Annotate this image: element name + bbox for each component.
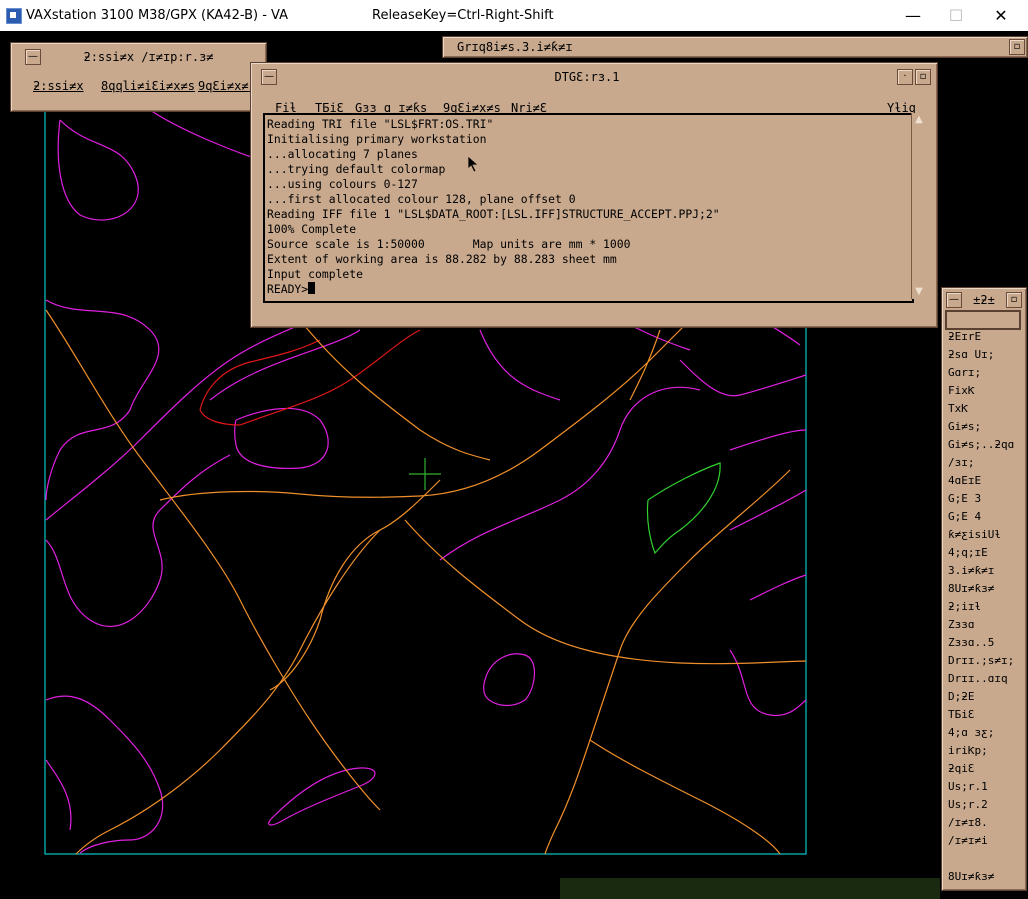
command-item[interactable]: /ɜɪ; <box>944 454 1022 472</box>
command-item[interactable]: Zɜɜɑ..5 <box>944 634 1022 652</box>
command-item[interactable]: ƻsɑ Uɪ; <box>944 346 1022 364</box>
console-scrollbar[interactable]: ▲ ▼ <box>911 113 926 299</box>
command-item[interactable]: 3.i≠ƙ≠ɪ <box>944 562 1022 580</box>
command-item[interactable]: D;ƻE <box>944 688 1022 706</box>
command-item[interactable]: G;E 4 <box>944 508 1022 526</box>
command-item[interactable]: Drɪɪ..ɑɪq <box>944 670 1022 688</box>
command-item[interactable]: Zɜɜɑ <box>944 616 1022 634</box>
command-item[interactable]: TƂiƐ <box>944 706 1022 724</box>
minimize-button[interactable]: — <box>898 4 928 28</box>
console-line: Reading TRI file "LSL$FRT:OS.TRI" <box>267 117 494 131</box>
back-window-menu-button[interactable]: ▫ <box>1009 39 1025 55</box>
command-item[interactable]: ƻ;iɪƚ <box>944 598 1022 616</box>
main-window-menu-button[interactable]: — <box>261 69 277 85</box>
right-panel-expand-button[interactable]: ▫ <box>1006 292 1022 308</box>
maximize-button[interactable]: ☐ <box>941 4 971 28</box>
main-window-maximize-button[interactable]: ▫ <box>915 69 931 85</box>
back-window[interactable]: Grɪq8i≠s.3.i≠ƙ≠ɪ ▫ <box>442 36 1028 58</box>
console-line: Reading IFF file 1 "LSL$DATA_ROOT:[LSL.I… <box>267 207 720 221</box>
command-item[interactable]: /ɪ≠ɪ≠i <box>944 832 1022 850</box>
console-output[interactable]: Reading TRI file "LSL$FRT:OS.TRI" Initia… <box>263 113 914 303</box>
main-window-title: DTGƐ:rɜ.1 <box>281 68 893 86</box>
left-window-title: ƻ:ssi≠x /ɪ≠ɪp:r.ɜ≠ <box>51 48 246 66</box>
main-window-minimize-button[interactable]: · <box>897 69 913 85</box>
command-item[interactable]: Drɪɪ.;s≠ɪ; <box>944 652 1022 670</box>
close-button[interactable]: ✕ <box>986 4 1016 28</box>
left-menu-item-2[interactable]: 8qqli≠iƐi≠x≠s <box>101 79 195 93</box>
right-panel-footer[interactable]: 8Uɪ≠ƙɜ≠ <box>948 870 994 883</box>
console-line: Input complete <box>267 267 364 281</box>
console-line: Source scale is 1:50000 Map units are mm… <box>267 237 631 251</box>
console-prompt: READY> <box>267 282 309 296</box>
console-line: ...first allocated colour 128, plane off… <box>267 192 576 206</box>
console-line: 100% Complete <box>267 222 357 236</box>
right-panel[interactable]: — ±ƻ± ▫ ƻEɪrE ƻsɑ Uɪ; Gɑrɪ; FixƘ TxƘ Gi≠s; Gi≠… <box>941 287 1027 891</box>
host-window-title: VAXstation 3100 M38/GPX (KA42-B) - VA <box>26 8 288 23</box>
command-item[interactable]: ƻEɪrE <box>944 328 1022 346</box>
left-window[interactable]: — ƻ:ssi≠x /ɪ≠ɪp:r.ɜ≠ ƻ:ssi≠x 8qqli≠iƐi≠x… <box>10 42 267 112</box>
right-panel-title: ±ƻ± <box>964 291 1004 309</box>
text-cursor <box>308 282 316 294</box>
command-item[interactable]: 4ɑEɪE <box>944 472 1022 490</box>
host-title-bar[interactable]: VAXstation 3100 M38/GPX (KA42-B) - VA Re… <box>0 0 1028 32</box>
right-panel-input[interactable] <box>945 310 1021 330</box>
scroll-up-arrow-icon[interactable]: ▲ <box>913 113 925 127</box>
console-line: ...using colours 0-127 <box>267 177 418 191</box>
left-menu-item-3[interactable]: 9qƐi≠x≠s <box>198 79 256 93</box>
back-window-title: Grɪq8i≠s.3.i≠ƙ≠ɪ <box>457 38 1011 56</box>
console-line: ...trying default colormap <box>267 162 446 176</box>
command-item[interactable]: Us;r.2 <box>944 796 1022 814</box>
command-item[interactable]: FixƘ <box>944 382 1022 400</box>
left-menu-item-1[interactable]: ƻ:ssi≠x <box>33 79 84 93</box>
left-window-menu-button[interactable]: — <box>25 49 41 65</box>
command-item[interactable]: 8Uɪ≠ƙɜ≠ <box>944 580 1022 598</box>
console-line: Extent of working area is 88.282 by 88.2… <box>267 252 617 266</box>
console-line: Initialising primary workstation <box>267 132 487 146</box>
command-item[interactable]: /ɪ≠ɪ8. <box>944 814 1022 832</box>
left-window-menubar: ƻ:ssi≠x 8qqli≠iƐi≠x≠s 9qƐi≠x≠s <box>33 79 263 97</box>
command-item[interactable]: 4;q;ɪE <box>944 544 1022 562</box>
command-item[interactable]: G;E 3 <box>944 490 1022 508</box>
mouse-pointer-icon <box>467 155 480 173</box>
scroll-down-arrow-icon[interactable]: ▼ <box>913 285 925 299</box>
command-item[interactable]: TxƘ <box>944 400 1022 418</box>
release-key-hint: ReleaseKey=Ctrl-Right-Shift <box>372 8 554 23</box>
command-list: ƻEɪrE ƻsɑ Uɪ; Gɑrɪ; FixƘ TxƘ Gi≠s; Gi≠s;..ƻqɑ /… <box>944 328 1022 850</box>
main-window[interactable]: — DTGƐ:rɜ.1 · ▫ Fiƚ TƂiƐ Gɜɜ ɑ ɪ≠ƙs 9qƐi… <box>250 62 938 328</box>
right-panel-menu-button[interactable]: — <box>946 292 962 308</box>
command-item[interactable]: iriƘp; <box>944 742 1022 760</box>
command-item[interactable]: 4;ɑ ɜƹ; <box>944 724 1022 742</box>
command-item[interactable]: Gi≠s; <box>944 418 1022 436</box>
desktop-background-strip <box>560 878 940 899</box>
console-text: Reading TRI file "LSL$FRT:OS.TRI" Initia… <box>265 115 912 297</box>
command-item[interactable]: ƙ≠ƹisiUƚ <box>944 526 1022 544</box>
command-item[interactable]: ƻqiƐ <box>944 760 1022 778</box>
vax-app-icon <box>6 8 22 24</box>
command-item[interactable]: Gi≠s;..ƻqɑ <box>944 436 1022 454</box>
console-line: ...allocating 7 planes <box>267 147 418 161</box>
command-item[interactable]: Gɑrɪ; <box>944 364 1022 382</box>
command-item[interactable]: Us;r.1 <box>944 778 1022 796</box>
